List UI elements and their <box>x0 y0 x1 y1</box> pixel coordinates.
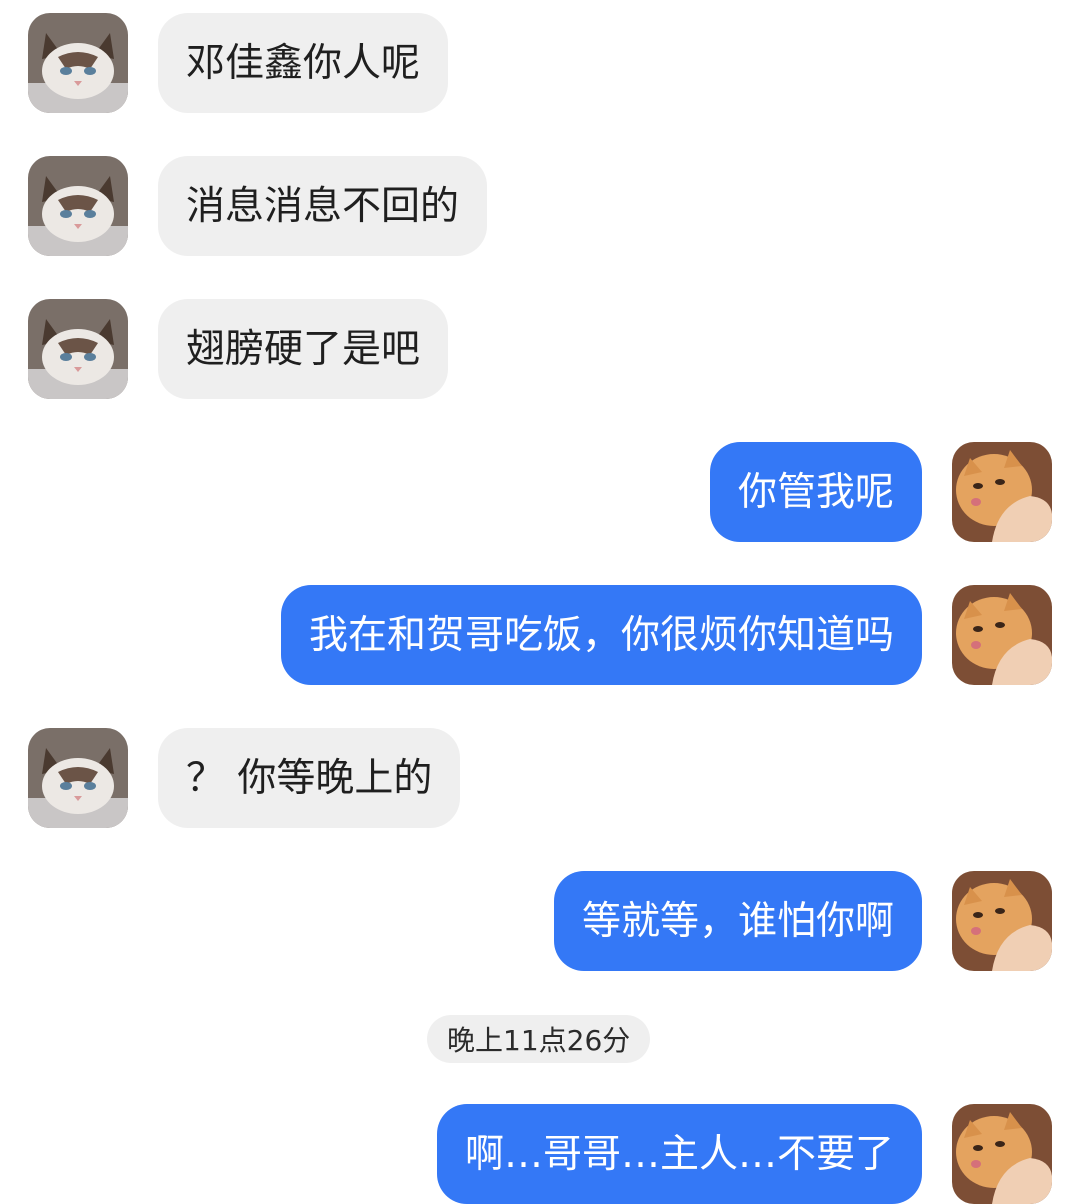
message-bubble-incoming[interactable]: 邓佳鑫你人呢 <box>158 13 449 113</box>
message-bubble-outgoing[interactable]: 你管我呢 <box>709 442 922 542</box>
message-bubble-outgoing[interactable]: 啊…哥哥…主人…不要了 <box>436 1104 922 1204</box>
orange-cat-avatar-icon <box>952 585 1052 685</box>
message-text: 消息消息不回的 <box>186 183 460 229</box>
contact-avatar[interactable] <box>28 728 128 828</box>
message-text: 你管我呢 <box>737 469 894 515</box>
message-text: 啊…哥哥…主人…不要了 <box>464 1131 894 1177</box>
self-avatar[interactable] <box>952 585 1052 685</box>
contact-avatar[interactable] <box>28 13 128 113</box>
message-text: ？ 你等晚上的 <box>186 755 433 801</box>
orange-cat-avatar-icon <box>952 1104 1052 1204</box>
message-bubble-outgoing[interactable]: 等就等，谁怕你啊 <box>553 871 922 971</box>
cat-avatar-icon <box>28 728 128 828</box>
self-avatar[interactable] <box>952 442 1052 542</box>
self-avatar[interactable] <box>952 871 1052 971</box>
message-bubble-incoming[interactable]: ？ 你等晚上的 <box>158 728 461 828</box>
contact-avatar[interactable] <box>28 156 128 256</box>
timestamp-divider: 晚上11点26分 <box>427 1015 651 1063</box>
timestamp-text: 晚上11点26分 <box>447 1024 631 1057</box>
cat-avatar-icon <box>28 13 128 113</box>
message-bubble-incoming[interactable]: 消息消息不回的 <box>158 156 488 256</box>
message-bubble-outgoing[interactable]: 我在和贺哥吃饭，你很烦你知道吗 <box>280 585 922 685</box>
orange-cat-avatar-icon <box>952 442 1052 542</box>
cat-avatar-icon <box>28 156 128 256</box>
message-bubble-incoming[interactable]: 翅膀硬了是吧 <box>158 299 449 399</box>
message-text: 我在和贺哥吃饭，你很烦你知道吗 <box>308 612 894 658</box>
message-text: 翅膀硬了是吧 <box>186 326 421 372</box>
message-text: 等就等，谁怕你啊 <box>581 898 894 944</box>
cat-avatar-icon <box>28 299 128 399</box>
contact-avatar[interactable] <box>28 299 128 399</box>
self-avatar[interactable] <box>952 1104 1052 1204</box>
orange-cat-avatar-icon <box>952 871 1052 971</box>
message-text: 邓佳鑫你人呢 <box>186 40 421 86</box>
